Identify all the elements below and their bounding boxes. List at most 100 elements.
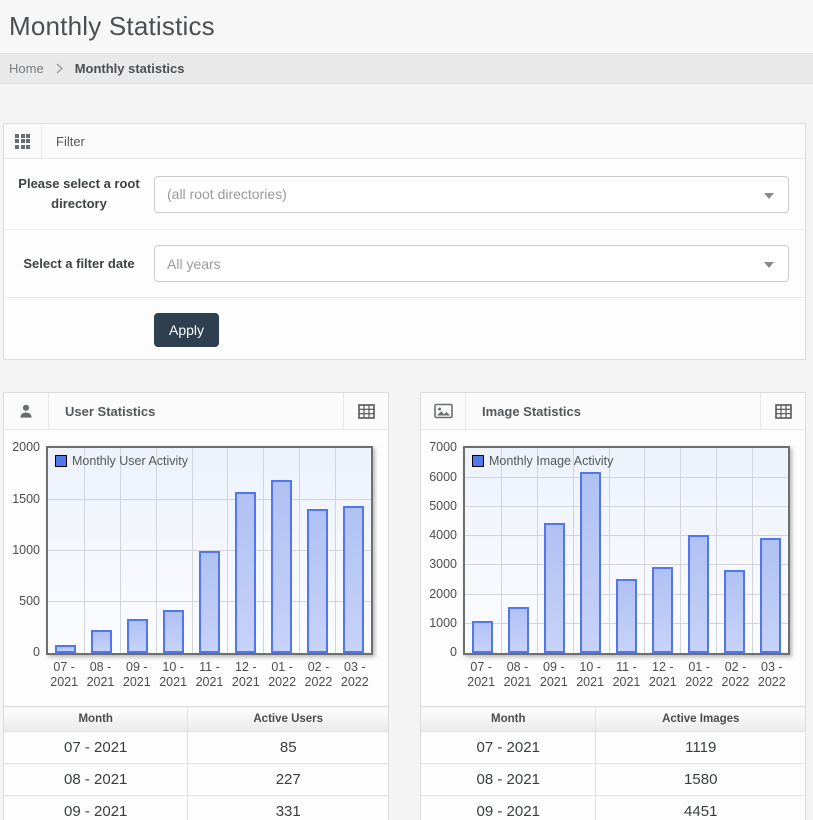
table-cell: 09 - 2021 (421, 796, 596, 820)
chart-legend: Monthly Image Activity (472, 454, 613, 468)
x-tick-label: 11 -2021 (608, 660, 644, 690)
x-tick-label: 11 -2021 (191, 660, 227, 690)
chart-legend: Monthly User Activity (55, 454, 188, 468)
root-directory-select[interactable]: (all root directories) (154, 176, 789, 213)
x-tick-label: 09 -2021 (536, 660, 572, 690)
legend-label: Monthly Image Activity (489, 454, 613, 468)
column-header: Month (4, 707, 188, 732)
table-cell: 09 - 2021 (4, 796, 188, 820)
gridline (227, 448, 228, 653)
root-directory-label: Please select a root directory (4, 174, 154, 214)
y-tick-label: 6000 (421, 470, 457, 484)
table-cell: 85 (188, 732, 388, 764)
user-icon (4, 393, 49, 429)
x-tick-label: 01 -2022 (264, 660, 300, 690)
image-statistics-panel: Image Statistics 01000200030004000500060… (420, 392, 806, 820)
gridline (263, 448, 264, 653)
breadcrumb-current: Monthly statistics (75, 61, 185, 76)
bar (271, 480, 292, 653)
x-tick-label: 01 -2022 (681, 660, 717, 690)
gridline (465, 535, 788, 536)
y-tick-label: 2000 (4, 440, 40, 454)
y-tick-label: 4000 (421, 528, 457, 542)
filter-panel-title: Filter (42, 124, 85, 158)
y-tick-label: 1000 (421, 616, 457, 630)
y-tick-label: 2000 (421, 587, 457, 601)
column-header: Active Users (188, 707, 388, 732)
x-tick-label: 03 -2022 (754, 660, 790, 690)
table-cell: 07 - 2021 (4, 732, 188, 764)
bar (724, 570, 745, 654)
table-row: 09 - 20214451 (421, 796, 805, 820)
chart-y-axis: 0500100015002000 (4, 446, 40, 655)
gridline (752, 448, 753, 653)
gridline (465, 506, 788, 507)
table-header-row: MonthActive Images (421, 707, 805, 732)
main-content: Filter Please select a root directory (a… (0, 123, 813, 820)
table-view-icon[interactable] (343, 393, 388, 429)
legend-swatch (472, 455, 484, 467)
chevron-right-icon (55, 63, 64, 74)
user-panel-header: User Statistics (4, 393, 388, 430)
user-activity-chart: 0500100015002000 Monthly User Activity 0… (4, 446, 373, 690)
chart-plot-area: Monthly Image Activity (463, 446, 790, 655)
image-activity-chart: 01000200030004000500060007000 Monthly Im… (421, 446, 790, 690)
x-tick-label: 08 -2021 (82, 660, 118, 690)
column-header: Active Images (596, 707, 805, 732)
table-cell: 331 (188, 796, 388, 820)
page-header: Monthly Statistics (0, 0, 813, 53)
table-cell: 4451 (596, 796, 805, 820)
filter-date-row: Select a filter date All years (4, 230, 805, 298)
bar (580, 472, 601, 654)
bar (55, 645, 76, 654)
y-tick-label: 1500 (4, 492, 40, 506)
table-row: 09 - 2021331 (4, 796, 388, 820)
x-tick-label: 07 -2021 (46, 660, 82, 690)
user-panel-title: User Statistics (49, 393, 343, 429)
user-stats-table: MonthActive Users07 - 20218508 - 2021227… (4, 706, 388, 820)
y-tick-label: 0 (421, 645, 457, 659)
filter-panel-header: Filter (4, 124, 805, 159)
x-tick-label: 12 -2021 (645, 660, 681, 690)
x-tick-label: 09 -2021 (119, 660, 155, 690)
gridline (120, 448, 121, 653)
x-tick-label: 07 -2021 (463, 660, 499, 690)
breadcrumb-home-link[interactable]: Home (9, 61, 44, 76)
x-tick-label: 10 -2021 (155, 660, 191, 690)
table-cell: 227 (188, 764, 388, 796)
legend-label: Monthly User Activity (72, 454, 188, 468)
filter-date-label: Select a filter date (4, 254, 154, 274)
y-tick-label: 7000 (421, 440, 457, 454)
page-title: Monthly Statistics (9, 11, 813, 42)
bar (760, 538, 781, 653)
y-tick-label: 500 (4, 594, 40, 608)
table-header-row: MonthActive Users (4, 707, 388, 732)
chart-x-axis-labels: 07 -202108 -202109 -202110 -202111 -2021… (46, 660, 373, 690)
bar (199, 551, 220, 654)
gridline (48, 499, 371, 500)
table-cell: 1580 (596, 764, 805, 796)
filter-panel-footer: Apply (4, 298, 805, 359)
y-tick-label: 5000 (421, 499, 457, 513)
bar (508, 607, 529, 653)
bar (343, 506, 364, 653)
bar (652, 567, 673, 653)
chevron-down-icon (764, 193, 774, 199)
gridline (680, 448, 681, 653)
apply-button[interactable]: Apply (154, 313, 219, 347)
x-tick-label: 12 -2021 (228, 660, 264, 690)
x-tick-label: 02 -2022 (717, 660, 753, 690)
x-tick-label: 08 -2021 (499, 660, 535, 690)
table-row: 07 - 202185 (4, 732, 388, 764)
table-cell: 07 - 2021 (421, 732, 596, 764)
gridline (465, 564, 788, 565)
chevron-down-icon (764, 262, 774, 268)
bar (544, 523, 565, 653)
table-cell: 1119 (596, 732, 805, 764)
table-view-icon[interactable] (760, 393, 805, 429)
filter-date-select[interactable]: All years (154, 245, 789, 282)
gridline (299, 448, 300, 653)
bar (616, 579, 637, 654)
bar (91, 630, 112, 653)
gridline (335, 448, 336, 653)
